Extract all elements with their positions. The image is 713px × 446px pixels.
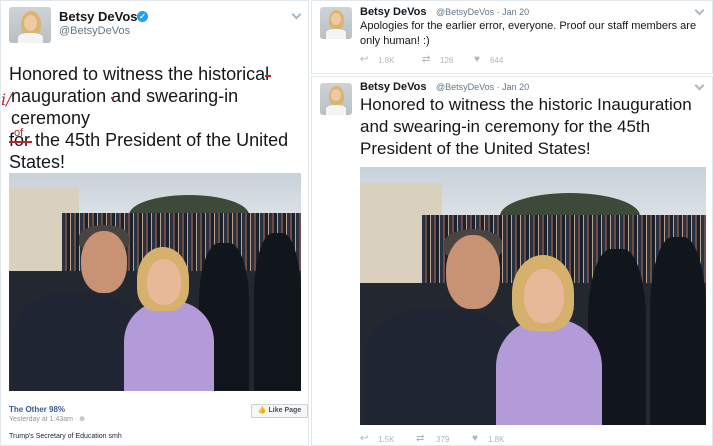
retweet-icon[interactable]: ⇄ bbox=[416, 433, 424, 444]
author-avatar[interactable] bbox=[320, 7, 352, 39]
author-handle[interactable]: @BetsyDeVos · Jan 20 bbox=[436, 7, 529, 17]
correction-mark-of: of bbox=[14, 127, 24, 139]
globe-icon: ⊕ bbox=[79, 416, 86, 423]
tweet-actions: ↩ 1.8K ⇄ 126 ♥ 644 bbox=[360, 54, 560, 68]
verified-badge-icon: ✓ bbox=[137, 11, 148, 22]
reply-icon[interactable]: ↩ bbox=[360, 433, 368, 444]
text-line4: States! bbox=[9, 152, 66, 172]
author-name[interactable]: Betsy DeVos bbox=[59, 9, 138, 24]
tweet-text: Apologies for the earlier error, everyon… bbox=[360, 20, 697, 47]
post-timestamp[interactable]: Yesterday at 1:43am · ⊕ bbox=[9, 415, 85, 423]
like-icon[interactable]: ♥ bbox=[474, 54, 480, 65]
text-line3: the 45th President of the United bbox=[30, 130, 289, 150]
chevron-down-icon[interactable] bbox=[694, 5, 705, 16]
retweet-count: 126 bbox=[440, 56, 454, 65]
tweet-text: Honored to witness the historic Inaugura… bbox=[360, 95, 692, 158]
retweet-count: 379 bbox=[436, 435, 450, 444]
author-name[interactable]: Betsy DeVos bbox=[360, 81, 426, 93]
inauguration-photo[interactable] bbox=[360, 167, 706, 425]
struck-letter: l bbox=[265, 64, 270, 84]
text-line1: Honored to witness the historica bbox=[9, 64, 266, 84]
post-caption: Trump's Secretary of Education smh bbox=[9, 433, 122, 440]
reply-count: 1.5K bbox=[378, 435, 395, 444]
author-avatar[interactable] bbox=[320, 83, 352, 115]
facebook-shared-tweet-panel: Betsy DeVos ✓ @BetsyDeVos Honored to wit… bbox=[0, 0, 309, 446]
like-count: 1.8K bbox=[488, 435, 505, 444]
chevron-down-icon[interactable] bbox=[694, 80, 705, 91]
apology-tweet: Betsy DeVos @BetsyDeVos · Jan 20 Apologi… bbox=[311, 0, 713, 74]
author-handle[interactable]: @BetsyDeVos · Jan 20 bbox=[436, 82, 529, 92]
author-handle[interactable]: @BetsyDeVos bbox=[59, 25, 130, 37]
inauguration-photo[interactable] bbox=[9, 173, 301, 391]
annotated-tweet-text: Honored to witness the historical naugur… bbox=[9, 63, 304, 173]
author-name[interactable]: Betsy DeVos bbox=[360, 6, 426, 18]
like-count: 644 bbox=[490, 56, 504, 65]
chevron-down-icon[interactable] bbox=[291, 9, 302, 20]
retweet-icon[interactable]: ⇄ bbox=[422, 54, 430, 65]
reply-icon[interactable]: ↩ bbox=[360, 54, 368, 65]
page-name-link[interactable]: The Other 98% bbox=[9, 405, 65, 414]
author-avatar[interactable] bbox=[9, 7, 51, 43]
post-time-text: Yesterday at 1:43am · bbox=[9, 416, 80, 423]
correction-mark-i: i/ bbox=[1, 90, 12, 109]
like-icon[interactable]: ♥ bbox=[472, 433, 478, 444]
like-page-button[interactable]: 👍 Like Page bbox=[251, 404, 308, 418]
text-line2: nauguration bbox=[11, 86, 112, 106]
tweet-actions: ↩ 1.5K ⇄ 379 ♥ 1.8K bbox=[360, 433, 560, 445]
corrected-tweet: Betsy DeVos @BetsyDeVos · Jan 20 Honored… bbox=[311, 76, 713, 446]
reply-count: 1.8K bbox=[378, 56, 395, 65]
